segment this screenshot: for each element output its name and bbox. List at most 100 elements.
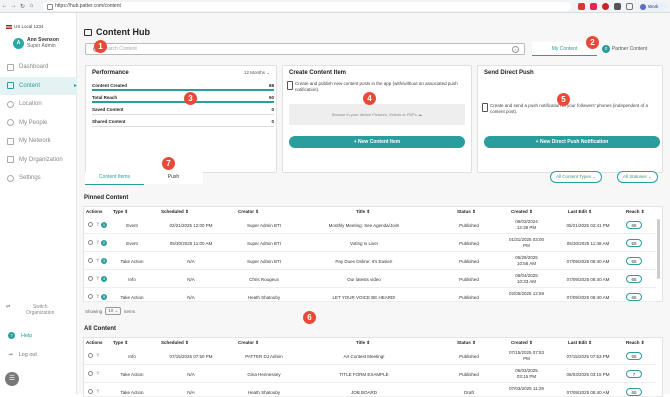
sidebar-item-my-network[interactable]: My Network — [0, 132, 77, 151]
pin-icon[interactable]: ⊤ — [96, 389, 100, 394]
period-select[interactable]: 12 Months ⌄ — [244, 70, 270, 76]
address-bar[interactable]: https://hub.patter.com/content — [43, 2, 571, 11]
title-cell[interactable]: Pay Dues Online: It's Easier! — [304, 259, 424, 264]
perf-value: 50 — [268, 94, 274, 100]
table-row[interactable]: ⊤ 1 Event 02/21/2025 12:00 PM Super Admin… — [84, 216, 656, 234]
more-options-icon[interactable] — [88, 222, 93, 227]
pin-icon[interactable]: ⊤ — [96, 294, 100, 299]
column-header[interactable]: Reach ⇕ — [626, 338, 645, 347]
logout-link[interactable]: ⇥ Log out — [8, 352, 37, 358]
upload-dropzone[interactable]: Browse in your device Pictures, Videos o… — [289, 104, 465, 125]
column-header[interactable]: Status ⇕ — [457, 338, 476, 347]
profile-chip[interactable]: Work — [638, 2, 666, 11]
sidepanel-icon[interactable] — [626, 3, 633, 10]
title-cell[interactable]: TITLE FORM EXAMPLE — [304, 372, 424, 377]
org-selector[interactable]: US Local 1234 — [6, 24, 44, 29]
items-label: items — [124, 308, 136, 314]
column-header[interactable]: Created ⇕ — [511, 338, 533, 347]
last-edit-cell: 06/03/2025 03:15 PM — [566, 372, 610, 377]
extension-icon[interactable] — [602, 3, 609, 10]
pin-icon[interactable]: ⊤ — [96, 371, 100, 376]
column-header[interactable]: Last Edit ⇕ — [568, 338, 592, 347]
column-header[interactable]: Last Edit ⇕ — [568, 207, 592, 216]
title-cell[interactable]: Voting Is Live! — [304, 241, 424, 246]
reach-badge[interactable]: 7 — [626, 370, 642, 378]
title-cell[interactable]: JOB BOARD — [304, 390, 424, 395]
new-content-item-button[interactable]: + New Content Item — [289, 136, 465, 148]
more-options-icon[interactable] — [88, 371, 93, 376]
column-header[interactable]: Creator ⇕ — [238, 338, 259, 347]
table-row[interactable]: ⊤ Take Action N/A Gina Hennessey TITLE F… — [84, 365, 656, 383]
table-row[interactable]: ⊤ 2 Event 05/30/2025 11:00 AM Super Admin… — [84, 234, 656, 252]
pin-icon[interactable]: ⊤ — [96, 276, 100, 281]
type-cell: Take Action — [120, 295, 144, 300]
status-filter[interactable]: All Statuses ⌄ — [617, 171, 658, 183]
table-row[interactable]: ⊤ Take Action N/A Heath Shatouby JOB BOA… — [84, 383, 656, 397]
back-icon[interactable]: ← — [0, 3, 9, 9]
creator-cell: PATTER DJ Admin — [245, 354, 283, 359]
extension-icon[interactable] — [590, 3, 597, 10]
more-options-icon[interactable] — [88, 240, 93, 245]
forward-icon[interactable]: → — [9, 3, 18, 9]
reach-badge[interactable]: 65 — [626, 275, 642, 283]
pin-icon[interactable]: ⊤ — [96, 222, 100, 227]
sidebar-item-location[interactable]: Location — [0, 95, 77, 114]
reach-badge[interactable]: 65 — [626, 388, 642, 396]
home-icon[interactable]: ⌂ — [27, 3, 36, 9]
pin-icon[interactable]: ⊤ — [96, 240, 100, 245]
column-header[interactable]: Type ⇕ — [113, 207, 128, 216]
reload-icon[interactable]: ↻ — [18, 3, 27, 10]
reach-badge[interactable]: 65 — [626, 293, 642, 301]
perf-row: Shared Content 0 — [92, 117, 274, 127]
reach-badge[interactable]: 65 — [626, 221, 642, 229]
menu-button[interactable]: ☰ — [5, 372, 19, 386]
column-header[interactable]: Status ⇕ — [457, 207, 476, 216]
more-options-icon[interactable] — [88, 389, 93, 394]
extension-icon[interactable] — [614, 3, 621, 10]
title-cell[interactable]: Monthly Meeting: See Agenda/Join! — [304, 223, 424, 228]
title-cell[interactable]: Our latests video — [304, 277, 424, 282]
content-type-filter[interactable]: All Content Types ⌄ — [550, 171, 603, 183]
column-header[interactable]: Scheduled ⇕ — [161, 207, 189, 216]
clear-icon[interactable]: x — [512, 46, 519, 53]
table-row[interactable]: ⊤ 3 Take Action N/A Super Admin BTI Pay D… — [84, 252, 656, 270]
reach-badge[interactable]: 65 — [626, 239, 642, 247]
pin-icon[interactable]: ⊤ — [96, 353, 100, 358]
help-link[interactable]: ? Help — [8, 332, 32, 339]
page-size-select[interactable]: 10 ⌄ — [105, 307, 122, 315]
title-cell[interactable]: LET YOUR VOICE BE HEARD! — [304, 295, 424, 300]
reach-badge[interactable]: 65 — [626, 352, 642, 360]
tab-content-items[interactable]: Content Items — [85, 171, 144, 185]
sidebar-item-settings[interactable]: Settings — [0, 169, 77, 188]
column-header[interactable]: Title ⇕ — [356, 338, 370, 347]
table-row[interactable]: ⊤ Info 07/15/2025 07:50 PM PATTER DJ Adm… — [84, 347, 656, 365]
sidebar-item-dashboard[interactable]: Dashboard — [0, 58, 77, 77]
callout-badge: 1 — [94, 40, 107, 53]
table-row[interactable]: ⊤ 4 Info N/A Chris Rougeux Our latests vi… — [84, 270, 656, 288]
column-header[interactable]: Title ⇕ — [356, 207, 370, 216]
column-header[interactable]: Reach ⇕ — [626, 207, 645, 216]
search-input[interactable]: Search Content x — [85, 43, 525, 55]
title-cell[interactable]: Art Contest Meeting! — [304, 354, 424, 359]
sidebar-item-my-organization[interactable]: My Organization — [0, 151, 77, 170]
more-options-icon[interactable] — [88, 294, 93, 299]
new-direct-push-button[interactable]: + New Direct Push Notification — [484, 136, 660, 148]
sidebar-item-content[interactable]: Content — [0, 76, 77, 95]
more-options-icon[interactable] — [88, 276, 93, 281]
user-profile[interactable]: A Ann Svenson Super Admin — [13, 37, 59, 49]
column-header[interactable]: Creator ⇕ — [238, 207, 259, 216]
tab-partner-content[interactable]: Partner Content — [597, 42, 662, 56]
column-header[interactable]: Created ⇕ — [511, 207, 533, 216]
column-header[interactable]: Scheduled ⇕ — [161, 338, 189, 347]
pin-icon[interactable]: ⊤ — [96, 258, 100, 263]
more-options-icon[interactable] — [88, 258, 93, 263]
sidebar-item-my-people[interactable]: My People — [0, 114, 77, 133]
extension-icon[interactable] — [578, 3, 585, 10]
scrollbar[interactable] — [657, 219, 660, 279]
table-row[interactable]: ⊤ 5 Take Action N/A Heath Shatouby LET YO… — [84, 288, 656, 302]
column-header[interactable]: Type ⇕ — [113, 338, 128, 347]
reach-badge[interactable]: 65 — [626, 257, 642, 265]
more-options-icon[interactable] — [88, 353, 93, 358]
tab-push[interactable]: Push — [144, 171, 203, 184]
switch-organization[interactable]: ⇄ Switch Organization — [6, 304, 65, 316]
